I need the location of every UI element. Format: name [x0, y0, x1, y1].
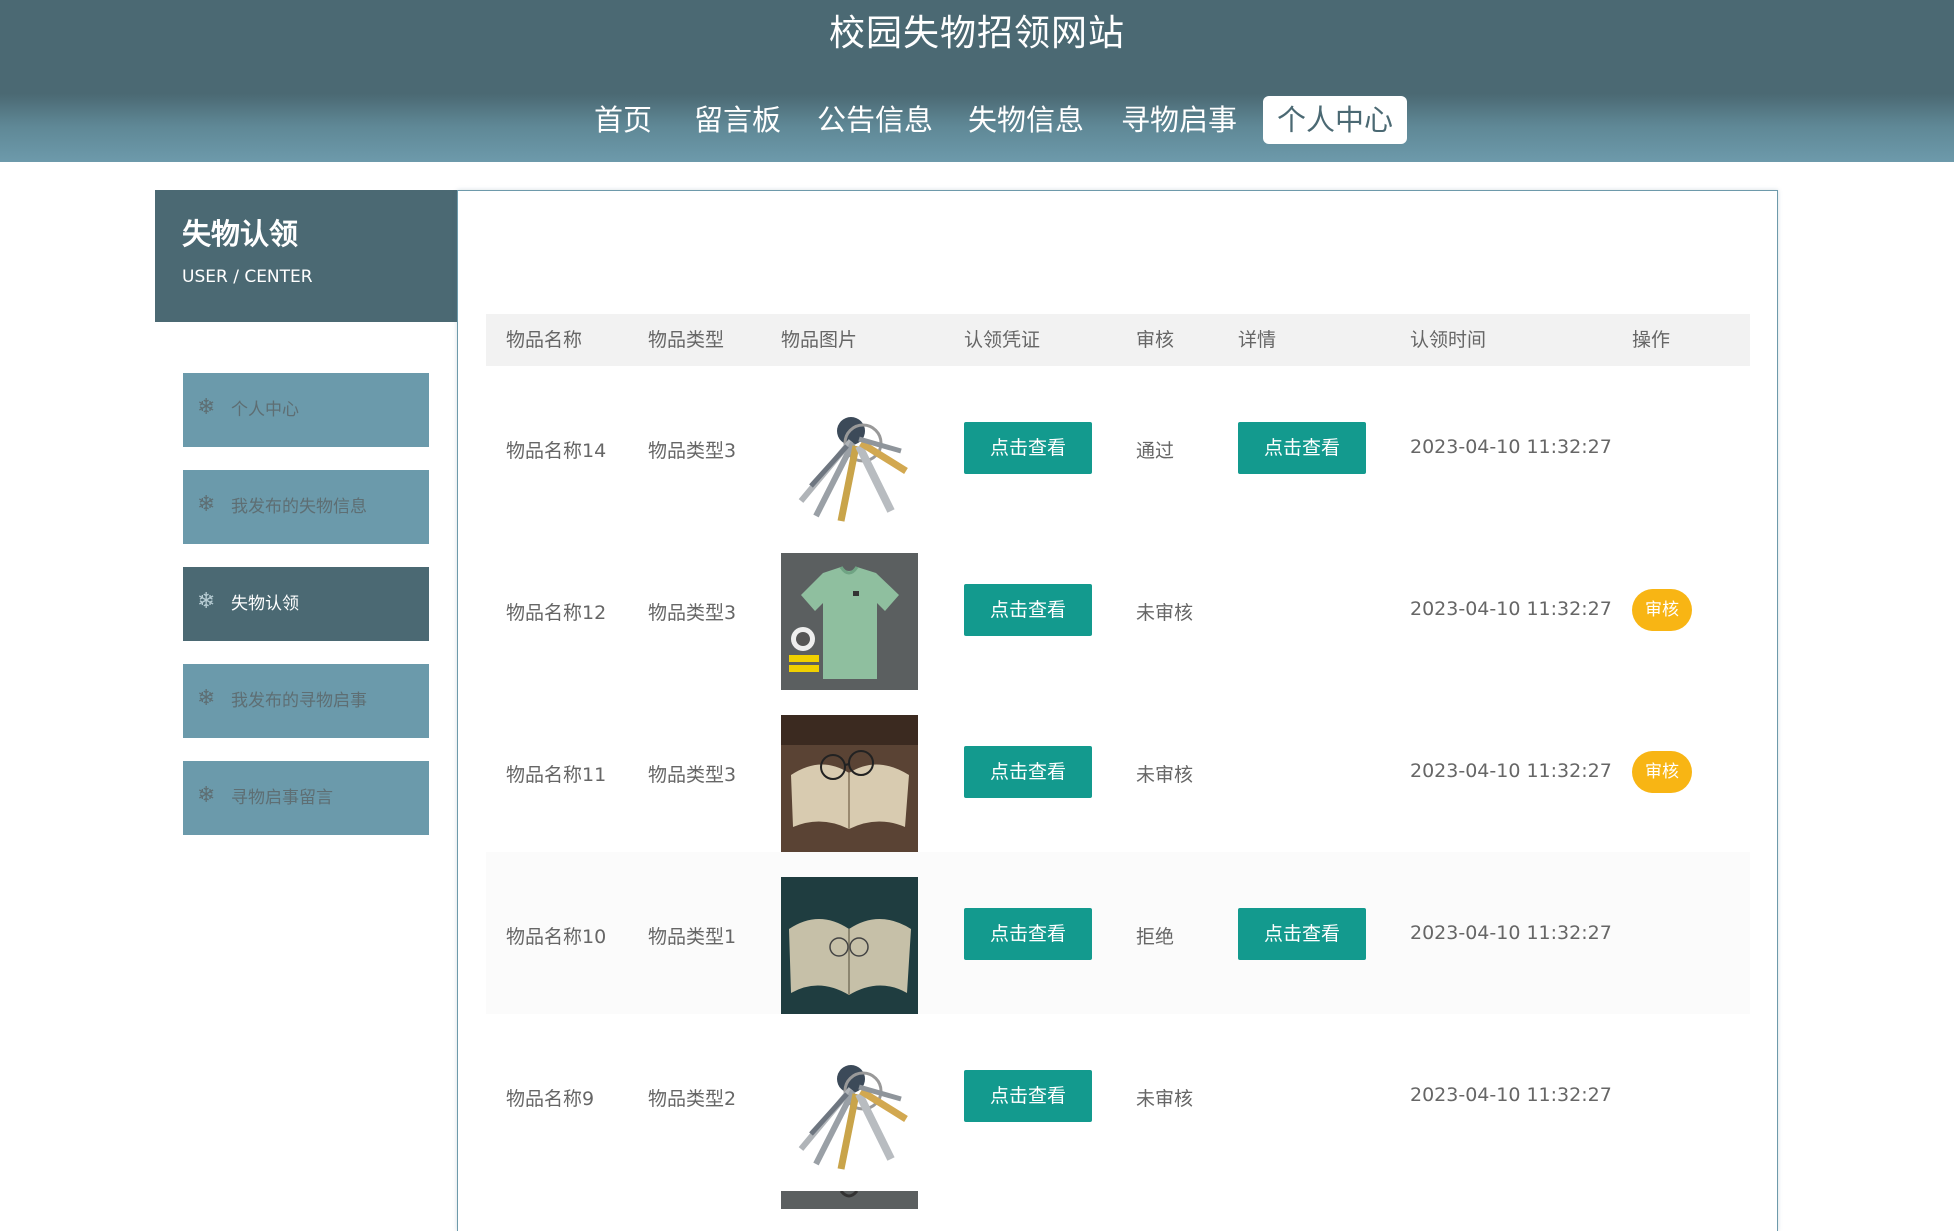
item-image: [781, 877, 918, 1014]
sidebar-item-label: 寻物启事留言: [231, 788, 333, 808]
column-header: 物品名称: [506, 329, 583, 351]
view-detail-button[interactable]: 点击查看: [1238, 422, 1366, 474]
sidebar-subtitle: USER / CENTER: [182, 267, 313, 287]
view-detail-button[interactable]: 点击查看: [1238, 908, 1366, 960]
status-text: 未审核: [1136, 764, 1194, 786]
main-nav: 首页 留言板 公告信息 失物信息 寻物启事 个人中心: [0, 96, 1954, 144]
item-image: [781, 1191, 918, 1209]
sidebar-item-label: 我发布的失物信息: [231, 497, 367, 517]
view-proof-button[interactable]: 点击查看: [964, 908, 1092, 960]
claim-time: 2023-04-10 11:32:27: [1410, 598, 1612, 620]
glasses-book-image: [781, 715, 918, 852]
sidebar-title: 失物认领: [182, 217, 299, 251]
view-proof-button[interactable]: 点击查看: [964, 746, 1092, 798]
view-proof-button[interactable]: 点击查看: [964, 584, 1092, 636]
nav-lost-notices[interactable]: 寻物启事: [1121, 96, 1237, 144]
item-image: [781, 1039, 918, 1176]
column-header: 审核: [1136, 329, 1175, 351]
snowflake-icon: ❄: [197, 686, 216, 711]
view-proof-button[interactable]: 点击查看: [964, 422, 1092, 474]
column-header: 详情: [1238, 329, 1277, 351]
keys-image: [781, 391, 918, 528]
item-type: 物品类型2: [648, 1088, 737, 1110]
table-row: 物品名称10 物品类型1 点击查看 拒绝 点击查看 2023-04-10 11:…: [486, 852, 1750, 1014]
table-row: 物品名称14 物品类型3 点击查看 通过 点击查看 2023-04-10 11:…: [486, 366, 1750, 528]
claim-time: 2023-04-10 11:32:27: [1410, 436, 1612, 458]
item-name: 物品名称11: [506, 764, 607, 786]
sidebar-item-user-center[interactable]: ❄ 个人中心: [183, 373, 429, 447]
item-name: 物品名称14: [506, 440, 607, 462]
status-text: 拒绝: [1136, 926, 1175, 948]
table-row: 物品名称11 物品类型3 点击查看 未审核 2023-04-10 11:32:2…: [486, 690, 1750, 852]
nav-lost-items[interactable]: 失物信息: [968, 96, 1084, 144]
status-text: 未审核: [1136, 1088, 1194, 1110]
tshirt-image: [781, 1191, 918, 1209]
item-image: [781, 553, 918, 690]
claim-time: 2023-04-10 11:32:27: [1410, 1084, 1612, 1106]
item-name: 物品名称12: [506, 602, 607, 624]
nav-announcements[interactable]: 公告信息: [817, 96, 933, 144]
audit-button[interactable]: 审核: [1632, 589, 1692, 631]
status-text: 通过: [1136, 440, 1175, 462]
snowflake-icon: ❄: [197, 395, 216, 420]
item-type: 物品类型3: [648, 764, 737, 786]
column-header: 物品类型: [648, 329, 725, 351]
snowflake-icon: ❄: [197, 492, 216, 517]
nav-message-board[interactable]: 留言板: [694, 96, 781, 144]
table-row: [486, 1176, 1750, 1209]
sidebar-item-my-notices[interactable]: ❄ 我发布的寻物启事: [183, 664, 429, 738]
keys-image: [781, 1039, 918, 1176]
sidebar-item-notice-messages[interactable]: ❄ 寻物启事留言: [183, 761, 429, 835]
audit-button[interactable]: 审核: [1632, 751, 1692, 793]
site-title: 校园失物招领网站: [828, 13, 1125, 54]
column-header: 物品图片: [781, 329, 858, 351]
claim-time: 2023-04-10 11:32:27: [1410, 760, 1612, 782]
view-proof-button[interactable]: 点击查看: [964, 1070, 1092, 1122]
sidebar-item-my-lost-items[interactable]: ❄ 我发布的失物信息: [183, 470, 429, 544]
item-type: 物品类型3: [648, 440, 737, 462]
sidebar-item-label: 个人中心: [231, 400, 299, 420]
table-row: 物品名称12 物品类型3 点击查看 未审核 2023-04-10 11:32:2…: [486, 528, 1750, 690]
item-image: [781, 391, 918, 528]
sidebar-item-label: 我发布的寻物启事: [231, 691, 367, 711]
item-type: 物品类型3: [648, 602, 737, 624]
item-type: 物品类型1: [648, 926, 737, 948]
sidebar-header: 失物认领 USER / CENTER: [155, 190, 457, 322]
nav-user-center[interactable]: 个人中心: [1263, 96, 1408, 144]
table-header: 物品名称 物品类型 物品图片 认领凭证 审核 详情 认领时间 操作: [486, 314, 1750, 366]
sidebar-item-label: 失物认领: [231, 594, 299, 614]
table-row: 物品名称9 物品类型2 点击查看 未审核 2023-04-10 11:32:27: [486, 1014, 1750, 1176]
status-text: 未审核: [1136, 602, 1194, 624]
book-image: [781, 877, 918, 1014]
item-image: [781, 715, 918, 852]
column-header: 操作: [1632, 329, 1671, 351]
site-header: 校园失物招领网站 首页 留言板 公告信息 失物信息 寻物启事 个人中心: [0, 0, 1954, 162]
snowflake-icon: ❄: [197, 783, 216, 808]
tshirt-image: [781, 553, 918, 690]
sidebar-item-claims[interactable]: ❄ 失物认领: [183, 567, 429, 641]
claim-time: 2023-04-10 11:32:27: [1410, 922, 1612, 944]
column-header: 认领时间: [1410, 329, 1487, 351]
item-name: 物品名称9: [506, 1088, 595, 1110]
column-header: 认领凭证: [964, 329, 1041, 351]
item-name: 物品名称10: [506, 926, 607, 948]
nav-home[interactable]: 首页: [594, 96, 652, 144]
snowflake-icon: ❄: [197, 589, 216, 614]
